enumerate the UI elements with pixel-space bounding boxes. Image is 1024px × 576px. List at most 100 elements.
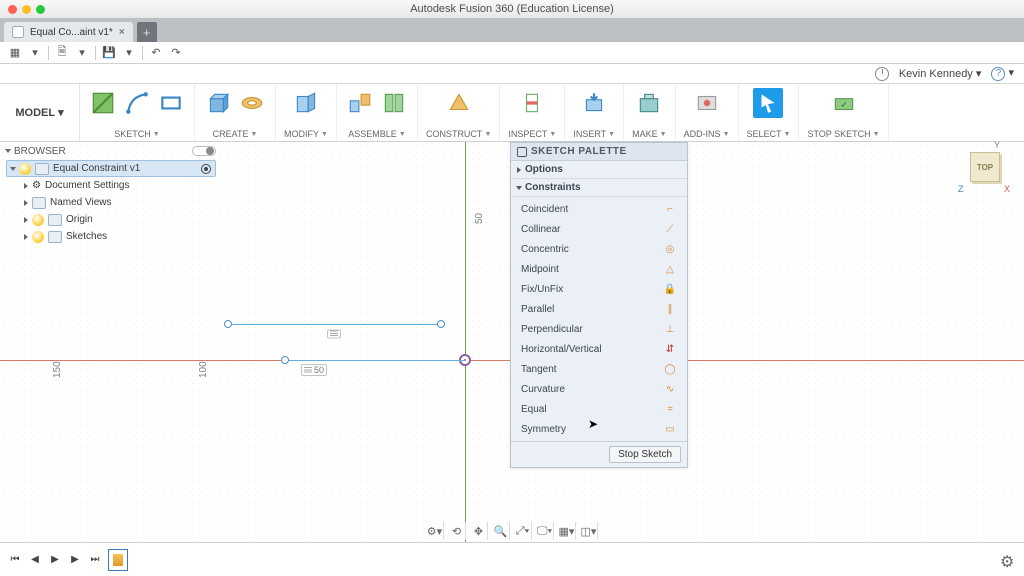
help-menu[interactable]: ? ▾ xyxy=(991,66,1014,81)
chevron-down-icon[interactable]: ▼ xyxy=(660,131,667,138)
section-constraints[interactable]: Constraints xyxy=(511,179,687,197)
zoom-icon[interactable]: 🔍 xyxy=(492,522,510,540)
panel-header[interactable]: SKETCH PALETTE xyxy=(511,143,687,161)
display-settings-icon[interactable]: 🖵▾ xyxy=(536,522,554,540)
chevron-down-icon[interactable]: ▼ xyxy=(873,131,880,138)
constraint-coincident[interactable]: Coincident⌐ xyxy=(511,199,687,219)
sketch-icon[interactable] xyxy=(88,88,118,118)
timeline-start-icon[interactable]: ⏮ xyxy=(8,553,22,567)
concentric-icon: ◎ xyxy=(663,242,677,256)
ribbon-label: INSPECT xyxy=(508,129,547,139)
chevron-down-icon[interactable]: ▼ xyxy=(153,131,160,138)
ribbon-group-sketch: SKETCH▼ xyxy=(80,84,195,141)
constraint-midpoint[interactable]: Midpoint△ xyxy=(511,259,687,279)
line-icon[interactable] xyxy=(122,88,152,118)
stop-sketch-button[interactable]: Stop Sketch xyxy=(609,446,681,463)
save-dropdown-icon[interactable]: ▾ xyxy=(120,44,138,62)
timeline-play-icon[interactable]: ▶ xyxy=(48,553,62,567)
chevron-down-icon[interactable]: ▼ xyxy=(723,131,730,138)
inspect-icon[interactable] xyxy=(517,88,547,118)
timeline-forward-icon[interactable]: ▶ xyxy=(68,553,82,567)
constraint-symmetry[interactable]: Symmetry▭ xyxy=(511,419,687,439)
sketch-endpoint[interactable] xyxy=(281,356,289,364)
chevron-down-icon[interactable]: ▼ xyxy=(608,131,615,138)
timeline-back-icon[interactable]: ◀ xyxy=(28,553,42,567)
grid-settings-icon[interactable]: ▦▾ xyxy=(558,522,576,540)
active-component-icon[interactable] xyxy=(201,164,211,174)
workspace-switcher[interactable]: MODEL ▾ xyxy=(0,84,80,141)
save-icon[interactable]: 💾 xyxy=(100,44,118,62)
chevron-down-icon[interactable]: ▼ xyxy=(321,131,328,138)
revolve-icon[interactable] xyxy=(237,88,267,118)
constraint-fix[interactable]: Fix/UnFix🔒 xyxy=(511,279,687,299)
clock-icon[interactable] xyxy=(875,67,889,81)
chevron-right-icon xyxy=(24,217,28,223)
tree-node-sketches[interactable]: Sketches xyxy=(6,228,216,245)
tree-node-document-settings[interactable]: ⚙Document Settings xyxy=(6,177,216,194)
file-dropdown-icon[interactable]: ▾ xyxy=(73,44,91,62)
make-icon[interactable] xyxy=(634,88,664,118)
chevron-down-icon[interactable]: ▼ xyxy=(549,131,556,138)
orbit-icon[interactable]: ⟲ xyxy=(448,522,466,540)
viewport-layout-icon[interactable]: ◫▾ xyxy=(580,522,598,540)
view-cube[interactable]: TOP X Y Z xyxy=(962,146,1008,192)
window-close-icon[interactable] xyxy=(8,5,17,14)
timeline-end-icon[interactable]: ⏭ xyxy=(88,553,102,567)
view-cube-face[interactable]: TOP xyxy=(970,152,1000,182)
constraint-collinear[interactable]: Collinear⟋ xyxy=(511,219,687,239)
visibility-icon[interactable] xyxy=(32,231,44,243)
constraint-horizvert[interactable]: Horizontal/Vertical⇵ xyxy=(511,339,687,359)
grid-dropdown-icon[interactable]: ▾ xyxy=(26,44,44,62)
visibility-icon[interactable] xyxy=(32,214,44,226)
sketch-endpoint[interactable] xyxy=(224,320,232,328)
constraint-curvature[interactable]: Curvature∿ xyxy=(511,379,687,399)
insert-icon[interactable] xyxy=(579,88,609,118)
tree-root[interactable]: Equal Constraint v1 xyxy=(6,160,216,177)
panel-grip-icon[interactable] xyxy=(517,147,527,157)
assemble-icon[interactable] xyxy=(345,88,375,118)
chevron-down-icon[interactable]: ▼ xyxy=(484,131,491,138)
rectangle-icon[interactable] xyxy=(156,88,186,118)
chevron-down-icon[interactable]: ▼ xyxy=(784,131,791,138)
tree-node-named-views[interactable]: Named Views xyxy=(6,194,216,211)
joint-icon[interactable] xyxy=(379,88,409,118)
construct-icon[interactable] xyxy=(444,88,474,118)
dimension-badge[interactable]: 50 xyxy=(301,364,327,376)
window-minimize-icon[interactable] xyxy=(22,5,31,14)
constraint-concentric[interactable]: Concentric◎ xyxy=(511,239,687,259)
stop-sketch-icon[interactable]: ✓ xyxy=(829,88,859,118)
constraint-equal[interactable]: Equal= xyxy=(511,399,687,419)
select-icon[interactable] xyxy=(753,88,783,118)
undo-icon[interactable]: ↶ xyxy=(147,44,165,62)
modify-icon[interactable] xyxy=(291,88,321,118)
timeline-feature[interactable] xyxy=(108,549,128,571)
close-tab-icon[interactable]: × xyxy=(119,27,125,38)
dimension-badge[interactable] xyxy=(327,330,341,339)
window-zoom-icon[interactable] xyxy=(36,5,45,14)
orbit-settings-icon[interactable]: ⚙▾ xyxy=(426,522,444,540)
user-menu[interactable]: Kevin Kennedy ▾ xyxy=(899,67,982,80)
sketch-line-top[interactable] xyxy=(228,324,441,325)
section-options[interactable]: Options xyxy=(511,161,687,179)
pan-icon[interactable]: ✥ xyxy=(470,522,488,540)
constraint-perpendicular[interactable]: Perpendicular⊥ xyxy=(511,319,687,339)
browser-header[interactable]: BROWSER xyxy=(6,142,216,160)
add-tab-button[interactable]: + xyxy=(137,22,157,42)
timeline-settings-icon[interactable]: ⚙ xyxy=(1000,552,1016,568)
extrude-icon[interactable] xyxy=(203,88,233,118)
chevron-down-icon[interactable]: ▼ xyxy=(399,131,406,138)
browser-toggle[interactable] xyxy=(192,146,216,156)
zoom-window-icon[interactable]: ⤢▾ xyxy=(514,522,532,540)
sketch-line-bottom[interactable] xyxy=(285,360,465,361)
tree-node-origin[interactable]: Origin xyxy=(6,211,216,228)
grid-menu-icon[interactable]: ▦ xyxy=(6,44,24,62)
redo-icon[interactable]: ↷ xyxy=(167,44,185,62)
addins-icon[interactable] xyxy=(692,88,722,118)
constraint-tangent[interactable]: Tangent◯ xyxy=(511,359,687,379)
document-tab[interactable]: Equal Co...aint v1* × xyxy=(4,22,133,42)
constraint-parallel[interactable]: Parallel∥ xyxy=(511,299,687,319)
chevron-down-icon[interactable]: ▼ xyxy=(250,131,257,138)
sketch-endpoint[interactable] xyxy=(437,320,445,328)
file-icon[interactable]: 🗎 xyxy=(53,44,71,62)
visibility-icon[interactable] xyxy=(19,163,31,175)
